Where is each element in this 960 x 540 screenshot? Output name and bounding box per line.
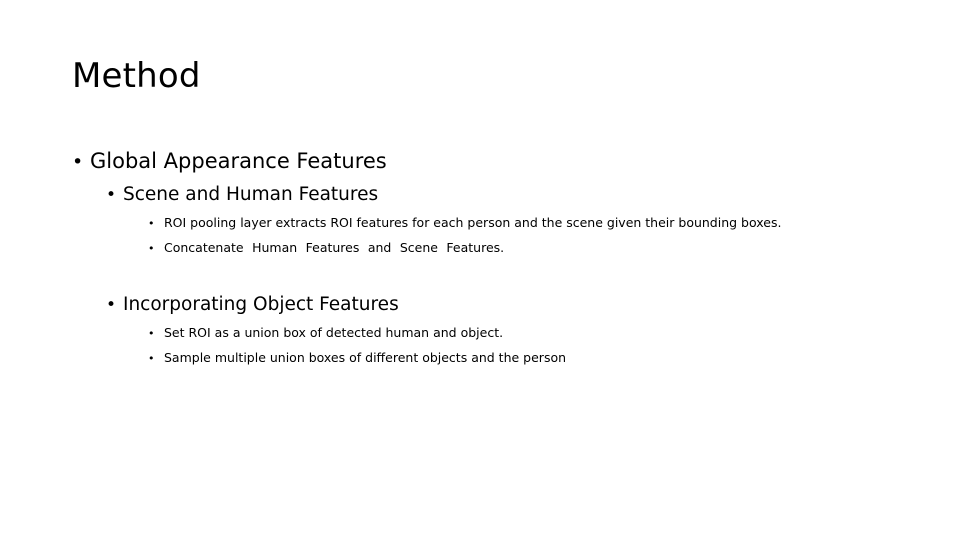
bullet-point-icon: •: [72, 151, 84, 173]
bullet-level1-global-appearance-features: • Global Appearance Features: [72, 145, 902, 179]
bullet-point-icon: •: [106, 185, 117, 205]
bullet-level2-incorporating-object-features: • Incorporating Object Features: [106, 289, 902, 321]
bullet-point-icon: •: [148, 352, 155, 365]
bullet-level3-sample-multiple-union-boxes: • Sample multiple union boxes of differe…: [148, 346, 902, 371]
bullet-level3-label: Concatenate Human Features and Scene Fea…: [164, 240, 505, 255]
bullet-level3-concatenate-features: • Concatenate Human Features and Scene F…: [148, 236, 902, 261]
bullet-level3-set-roi-union-box: • Set ROI as a union box of detected hum…: [148, 321, 902, 346]
slide-content-body: • Global Appearance Features • Scene and…: [72, 145, 902, 371]
bullet-level2-label: Scene and Human Features: [123, 184, 379, 205]
bullet-point-icon: •: [148, 327, 155, 340]
slide-canvas: Method • Global Appearance Features • Sc…: [0, 0, 960, 540]
bullet-level3-label: ROI pooling layer extracts ROI features …: [164, 215, 782, 230]
bullet-point-icon: •: [106, 295, 117, 315]
bullet-level3-label: Sample multiple union boxes of different…: [164, 350, 567, 365]
page-title: Method: [72, 56, 201, 96]
bullet-point-icon: •: [148, 217, 155, 230]
bullet-level3-roi-pooling-layer: • ROI pooling layer extracts ROI feature…: [148, 211, 902, 236]
bullet-level2-scene-and-human-features: • Scene and Human Features: [106, 179, 902, 211]
bullet-level2-label: Incorporating Object Features: [123, 294, 399, 315]
bullet-point-icon: •: [148, 242, 155, 255]
bullet-level1-label: Global Appearance Features: [90, 149, 387, 173]
bullet-level3-label: Set ROI as a union box of detected human…: [164, 325, 504, 340]
